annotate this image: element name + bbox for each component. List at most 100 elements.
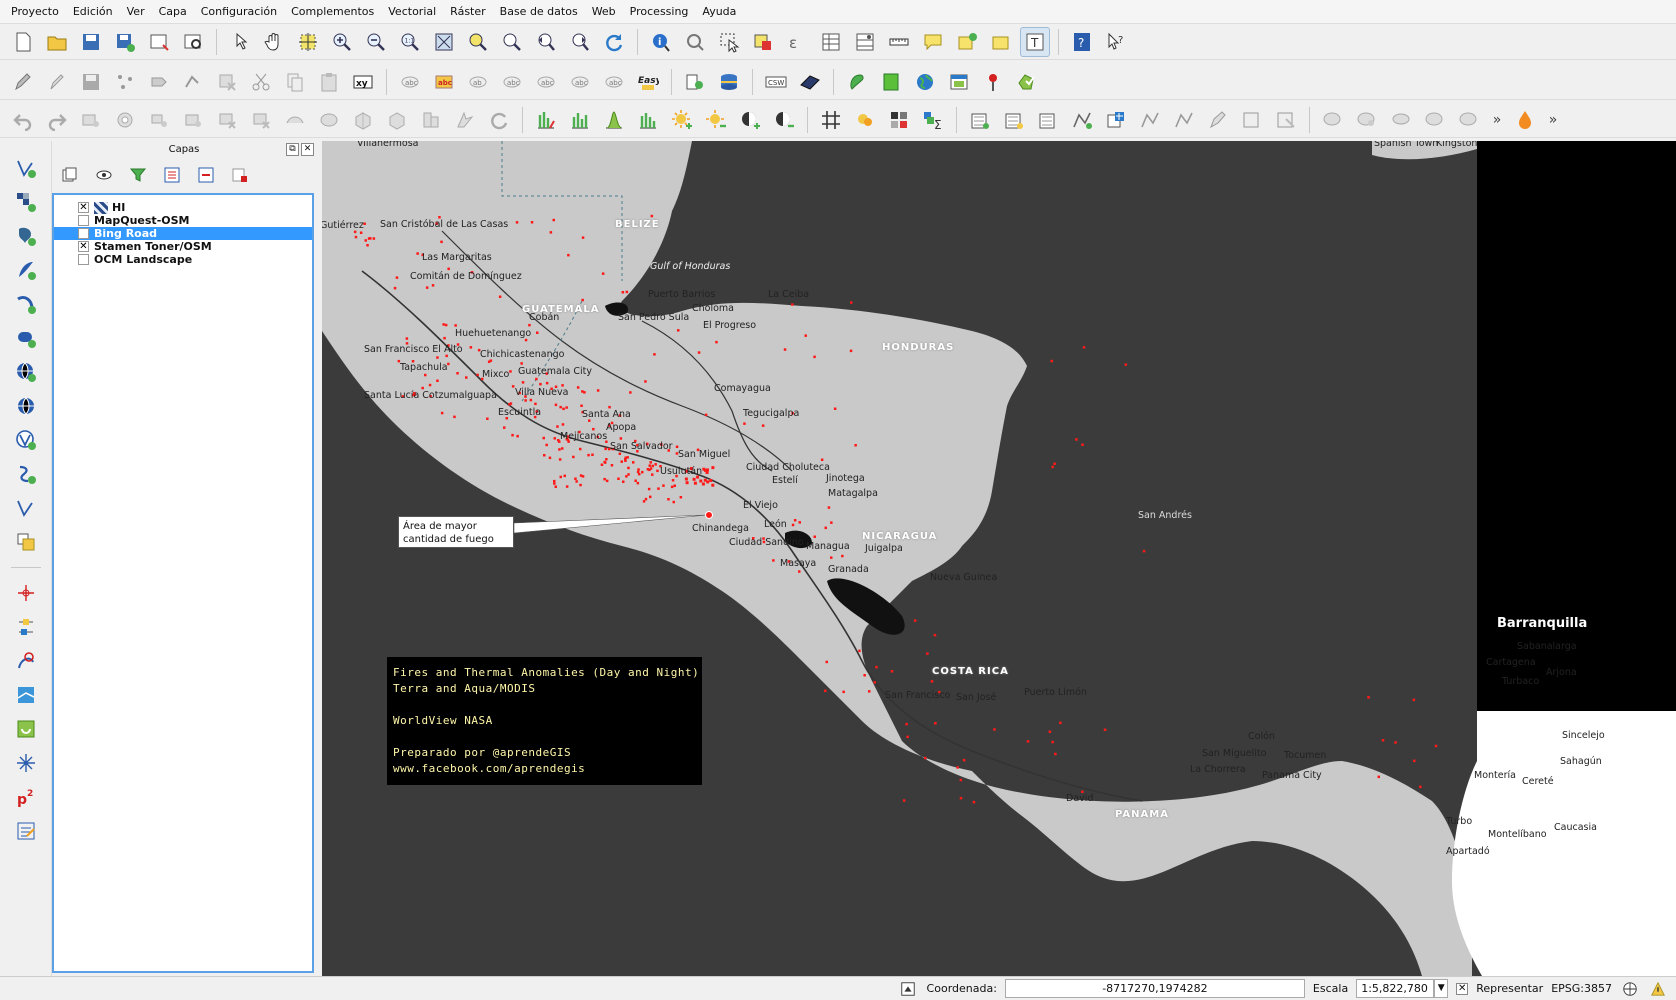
decrease-contrast-icon[interactable]	[769, 105, 799, 135]
pan-to-selection-icon[interactable]	[293, 27, 323, 57]
add-delimited-text-icon[interactable]	[10, 459, 42, 489]
add-oracle-layer-icon[interactable]	[10, 323, 42, 353]
local-histogram-icon[interactable]	[599, 105, 629, 135]
stretch-histogram-icon[interactable]	[565, 105, 595, 135]
whats-this-icon[interactable]: ?	[1101, 27, 1131, 57]
map-canvas[interactable]: BELIZE GUATEMALA HONDURAS NICARAGUA COST…	[322, 141, 1676, 976]
delete-part-icon[interactable]	[246, 105, 276, 135]
layer-visibility-checkbox[interactable]	[78, 228, 89, 239]
filter-legend-icon[interactable]	[126, 163, 150, 187]
shape-tool-icon-b[interactable]	[1352, 105, 1382, 135]
change-label-icon[interactable]: abc	[599, 67, 629, 97]
add-ring-icon[interactable]	[110, 105, 140, 135]
increase-contrast-icon[interactable]	[735, 105, 765, 135]
measure-line-icon[interactable]	[884, 27, 914, 57]
edit-tool-icon-b[interactable]	[1237, 105, 1267, 135]
move-feature-icon[interactable]	[144, 67, 174, 97]
show-hide-labels-icon[interactable]: abc	[497, 67, 527, 97]
add-postgis-layer-icon[interactable]	[10, 221, 42, 251]
vertex-tool-icon-d[interactable]	[1169, 105, 1199, 135]
add-vector-icon-a[interactable]	[965, 105, 995, 135]
georeferencer-xy-icon[interactable]: xy	[348, 67, 378, 97]
layer-item[interactable]: OCM Landscape	[54, 253, 312, 266]
add-wcs-layer-icon[interactable]	[10, 391, 42, 421]
add-virtual-layer-icon[interactable]	[10, 493, 42, 523]
database-icon[interactable]	[714, 67, 744, 97]
menu-ver[interactable]: Ver	[120, 0, 152, 24]
add-part-icon[interactable]	[144, 105, 174, 135]
statistical-summary-icon[interactable]	[850, 27, 880, 57]
histogram-icon[interactable]	[531, 105, 561, 135]
increase-brightness-icon[interactable]	[667, 105, 697, 135]
vertex-tool-icon-c[interactable]	[1135, 105, 1165, 135]
layer-visibility-checkbox[interactable]: ✕	[78, 202, 89, 213]
collapse-all-icon[interactable]	[194, 163, 218, 187]
cut-features-icon[interactable]	[246, 67, 276, 97]
close-panel-icon[interactable]: ✕	[301, 143, 314, 156]
action-icon[interactable]	[680, 27, 710, 57]
layer-item-selected[interactable]: Bing Road	[54, 227, 312, 240]
help-contents-icon[interactable]: ?	[1067, 27, 1097, 57]
identify-features-icon[interactable]: i	[646, 27, 676, 57]
raster-info-icon[interactable]	[884, 105, 914, 135]
manage-visibility-icon[interactable]	[92, 163, 116, 187]
zoom-to-layer-icon[interactable]	[497, 27, 527, 57]
layer-visibility-checkbox[interactable]: ✕	[78, 241, 89, 252]
zoom-to-selection-icon[interactable]	[463, 27, 493, 57]
label-icon[interactable]: abc	[395, 67, 425, 97]
expand-all-icon[interactable]	[160, 163, 184, 187]
zoom-out-icon[interactable]	[361, 27, 391, 57]
menu-raster[interactable]: Ráster	[443, 0, 492, 24]
layer-labeling-icon[interactable]: abc	[429, 67, 459, 97]
layer-visibility-checkbox[interactable]	[78, 254, 89, 265]
add-feature-icon[interactable]	[110, 67, 140, 97]
copy-features-icon[interactable]	[280, 67, 310, 97]
select-features-icon[interactable]	[714, 27, 744, 57]
edit-tool-icon-c[interactable]	[1271, 105, 1301, 135]
star-tool-icon[interactable]	[10, 748, 42, 778]
redo-icon[interactable]	[42, 105, 72, 135]
point-sampling-icon[interactable]	[850, 105, 880, 135]
add-mssql-layer-icon[interactable]	[10, 289, 42, 319]
add-raster-layer-icon[interactable]	[10, 187, 42, 217]
render-checkbox[interactable]: ✕	[1456, 982, 1469, 995]
messages-warning-icon[interactable]	[1648, 979, 1668, 999]
full-histogram-icon[interactable]	[633, 105, 663, 135]
zonal-statistics-icon[interactable]: Σ	[918, 105, 948, 135]
menu-configuracion[interactable]: Configuración	[194, 0, 284, 24]
menu-vectorial[interactable]: Vectorial	[381, 0, 443, 24]
zoom-native-resolution-icon[interactable]: 1:1	[395, 27, 425, 57]
add-point-icon[interactable]	[10, 578, 42, 608]
new-print-composer-icon[interactable]	[144, 27, 174, 57]
menu-base-de-datos[interactable]: Base de datos	[493, 0, 585, 24]
raster-calculator-icon[interactable]	[876, 67, 906, 97]
csw-icon[interactable]: CSW	[761, 67, 791, 97]
easy-custom-labeling-icon[interactable]: Easy	[633, 67, 663, 97]
gps-track-icon[interactable]	[10, 646, 42, 676]
simplify-feature-icon[interactable]	[76, 105, 106, 135]
fire-area-callout[interactable]: Área de mayor cantidad de fuego	[398, 516, 514, 548]
toolbar-overflow-icon-2[interactable]: »	[1544, 112, 1562, 128]
current-edits-icon[interactable]	[8, 67, 38, 97]
coordinate-field[interactable]: -8717270,1974282	[1004, 979, 1305, 998]
zoom-last-icon[interactable]	[531, 27, 561, 57]
node-tool-icon[interactable]	[178, 67, 208, 97]
toggle-extents-icon[interactable]	[897, 979, 919, 999]
text-annotation-icon[interactable]: T	[1020, 26, 1050, 57]
zoom-next-icon[interactable]	[565, 27, 595, 57]
openlayers-plugin-icon[interactable]	[944, 67, 974, 97]
crs-label[interactable]: EPSG:3857	[1551, 982, 1612, 995]
notes-icon[interactable]	[10, 816, 42, 846]
chevron-down-icon[interactable]: ▼	[1434, 979, 1449, 998]
deselect-features-icon[interactable]	[748, 27, 778, 57]
add-vector-icon-b[interactable]	[999, 105, 1029, 135]
toolbar-overflow-icon[interactable]: »	[1488, 112, 1506, 128]
toggle-editing-icon[interactable]	[42, 67, 72, 97]
shape-tool-icon-c[interactable]	[1386, 105, 1416, 135]
georeference-icon[interactable]	[10, 612, 42, 642]
scale-field[interactable]: 1:5,822,780	[1356, 979, 1435, 998]
grid-icon[interactable]	[816, 105, 846, 135]
metasearch-icon[interactable]	[795, 67, 825, 97]
create-layer-icon[interactable]	[10, 527, 42, 557]
map-tips-icon[interactable]	[918, 27, 948, 57]
